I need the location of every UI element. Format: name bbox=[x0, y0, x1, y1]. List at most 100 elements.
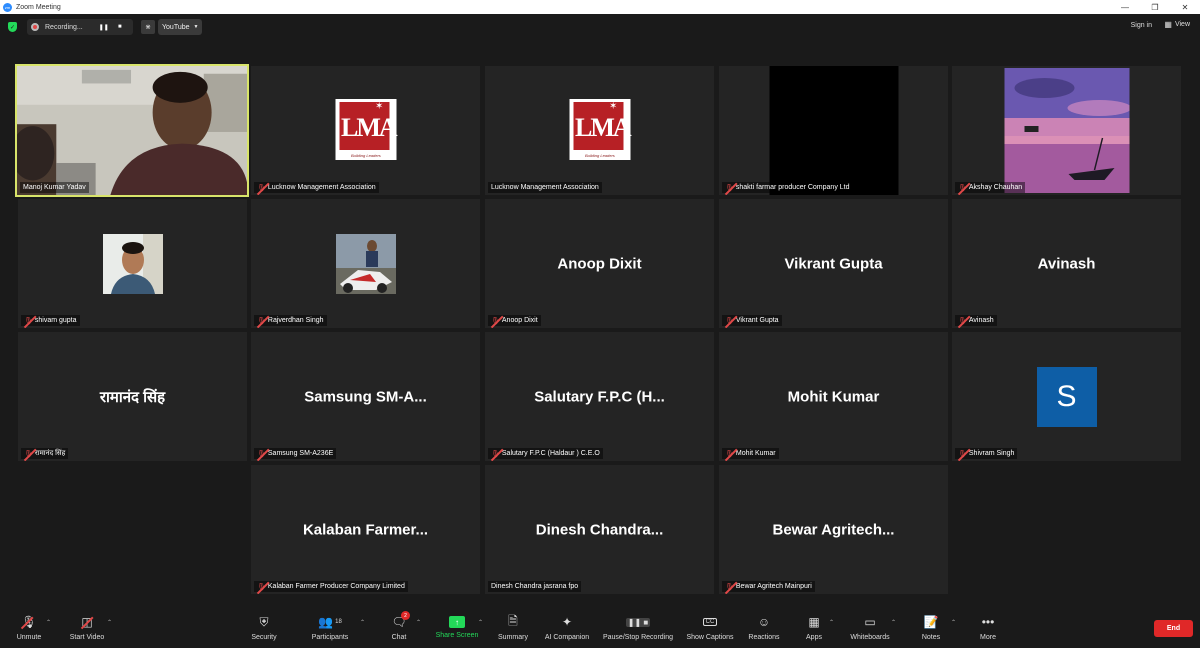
meeting-toolbar: 🎙 Unmute ⌃ ◫ Start Video ⌃ ⛨ Security 👥 1… bbox=[0, 600, 1200, 648]
participant-display-name: Anoop Dixit bbox=[557, 255, 642, 272]
unmute-label: Unmute bbox=[16, 634, 42, 641]
livestream-youtube-button[interactable]: YouTube ▼ bbox=[158, 19, 203, 35]
mic-muted-icon: 🎙 bbox=[257, 450, 266, 458]
participant-tile[interactable]: 🎙 shakti farmar producer Company Ltd bbox=[719, 66, 948, 195]
mic-muted-icon: 🎙 bbox=[257, 184, 266, 192]
share-screen-icon: ↑ bbox=[449, 616, 465, 628]
participants-button[interactable]: 👥 18 Participants bbox=[306, 614, 354, 641]
chat-button[interactable]: 🗨 2 Chat bbox=[385, 611, 413, 641]
whiteboards-label: Whiteboards bbox=[850, 634, 890, 641]
participants-count: 18 bbox=[335, 619, 342, 625]
video-options-chevron-icon[interactable]: ⌃ bbox=[107, 619, 112, 626]
apps-label: Apps bbox=[806, 634, 822, 641]
participant-name: Dinesh Chandra jasrana fpo bbox=[491, 583, 579, 590]
captions-icon: CC bbox=[684, 614, 736, 630]
close-button[interactable]: ✕ bbox=[1170, 0, 1200, 14]
live-stream-icon[interactable]: ⋇ bbox=[141, 20, 155, 34]
logo-tagline: Building Leaders bbox=[585, 153, 615, 158]
sign-in-link[interactable]: Sign in bbox=[1131, 22, 1152, 29]
shield-icon: ⛨ bbox=[259, 614, 269, 629]
start-video-button[interactable]: ◫ Start Video bbox=[62, 614, 112, 641]
participant-name-label: 🎙 Shivram Singh bbox=[955, 448, 1018, 459]
participant-tile[interactable]: Samsung SM-A... 🎙 Samsung SM-A236E bbox=[251, 332, 480, 461]
participant-display-name: Bewar Agritech... bbox=[772, 521, 895, 538]
mic-muted-icon: 🎙 bbox=[725, 317, 734, 325]
whiteboards-chevron-icon[interactable]: ⌃ bbox=[891, 619, 896, 626]
logo-text: LMA bbox=[575, 113, 632, 142]
recording-dot-icon bbox=[31, 23, 39, 31]
participant-tile[interactable]: Bewar Agritech... 🎙 Bewar Agritech Mainp… bbox=[719, 465, 948, 594]
participant-name-label: 🎙 Bewar Agritech Mainpuri bbox=[722, 581, 815, 592]
participant-name: Salutary F.P.C (Haldaur ) C.E.O bbox=[501, 450, 600, 457]
participant-tile[interactable]: Vikrant Gupta 🎙 Vikrant Gupta bbox=[719, 199, 948, 328]
whiteboards-button[interactable]: ▭ Whiteboards bbox=[846, 614, 894, 641]
show-captions-button[interactable]: CC Show Captions bbox=[684, 614, 736, 641]
apps-button[interactable]: ▦ Apps bbox=[802, 614, 826, 641]
participant-tile[interactable]: 🎙 shivam gupta bbox=[18, 199, 247, 328]
chat-chevron-icon[interactable]: ⌃ bbox=[416, 619, 421, 626]
participant-name: Manoj Kumar Yadav bbox=[23, 184, 86, 191]
participant-name: Bewar Agritech Mainpuri bbox=[735, 583, 812, 590]
window-controls: — ❐ ✕ bbox=[1110, 0, 1200, 14]
participant-video bbox=[769, 66, 898, 195]
participant-tile[interactable]: 🎙 Akshay Chauhan bbox=[952, 66, 1181, 195]
mic-muted-icon: 🎙 bbox=[24, 450, 33, 458]
participants-chevron-icon[interactable]: ⌃ bbox=[360, 619, 365, 626]
participant-name: Rajverdhan Singh bbox=[267, 317, 324, 324]
participant-display-name: Dinesh Chandra... bbox=[535, 521, 664, 538]
notes-button[interactable]: 📝 Notes bbox=[918, 614, 944, 641]
participant-name-label: 🎙 Vikrant Gupta bbox=[722, 315, 782, 326]
apps-chevron-icon[interactable]: ⌃ bbox=[829, 619, 834, 626]
security-button[interactable]: ⛨ Security bbox=[244, 614, 284, 642]
end-meeting-button[interactable]: End bbox=[1154, 620, 1193, 637]
pause-stop-recording-button[interactable]: ❚❚ ■ Pause/Stop Recording bbox=[600, 614, 676, 641]
participant-tile[interactable]: रामानंद सिंह 🎙 रामानंद सिंह bbox=[18, 332, 247, 461]
participant-tile[interactable]: Anoop Dixit 🎙 Anoop Dixit bbox=[485, 199, 714, 328]
whiteboard-icon: ▭ bbox=[864, 615, 876, 629]
recording-label: Recording... bbox=[45, 23, 83, 31]
notes-chevron-icon[interactable]: ⌃ bbox=[951, 619, 956, 626]
zoom-app-icon: zm bbox=[3, 2, 12, 12]
meeting-topbar: ✓ Recording... ❚❚ ■ ⋇ YouTube ▼ Sign in … bbox=[0, 14, 1200, 40]
participant-name-label: 🎙 Kalaban Farmer Producer Company Limite… bbox=[254, 581, 408, 592]
participant-tile[interactable]: 🎙 Rajverdhan Singh bbox=[251, 199, 480, 328]
participant-name: shivam gupta bbox=[34, 317, 77, 324]
participant-tile[interactable]: Kalaban Farmer... 🎙 Kalaban Farmer Produ… bbox=[251, 465, 480, 594]
unmute-button[interactable]: 🎙 Unmute bbox=[10, 614, 48, 641]
more-button[interactable]: ••• More bbox=[976, 614, 1000, 641]
audio-options-chevron-icon[interactable]: ⌃ bbox=[46, 619, 51, 626]
participant-tile[interactable]: S 🎙 Shivram Singh bbox=[952, 332, 1181, 461]
view-button[interactable]: ▦ View bbox=[1164, 20, 1190, 29]
ai-companion-button[interactable]: ✦ AI Companion bbox=[541, 614, 593, 641]
participant-tile[interactable]: Mohit Kumar 🎙 Mohit Kumar bbox=[719, 332, 948, 461]
participant-name-label: Lucknow Management Association bbox=[488, 182, 602, 193]
microphone-muted-icon: 🎙 bbox=[21, 615, 37, 629]
share-screen-button[interactable]: ↑ Share Screen bbox=[432, 614, 482, 639]
participant-name-label: 🎙 shakti farmar producer Company Ltd bbox=[722, 182, 853, 193]
participant-tile[interactable]: Manoj Kumar Yadav bbox=[15, 64, 249, 197]
maximize-button[interactable]: ❐ bbox=[1140, 0, 1170, 14]
notes-label: Notes bbox=[921, 634, 941, 641]
participant-display-name: Avinash bbox=[1037, 255, 1096, 272]
ai-companion-label: AI Companion bbox=[544, 634, 590, 641]
share-options-chevron-icon[interactable]: ⌃ bbox=[478, 619, 483, 626]
pause-recording-icon[interactable]: ❚❚ bbox=[97, 20, 111, 34]
participant-tile[interactable]: Dinesh Chandra... Dinesh Chandra jasrana… bbox=[485, 465, 714, 594]
summary-button[interactable]: 🗎 Summary bbox=[495, 614, 531, 642]
participant-tile[interactable]: LMA ✶ Building Leaders Lucknow Managemen… bbox=[485, 66, 714, 195]
mic-muted-icon: 🎙 bbox=[491, 317, 500, 325]
chevron-down-icon: ▼ bbox=[193, 24, 199, 30]
participant-tile[interactable]: Avinash 🎙 Avinash bbox=[952, 199, 1181, 328]
minimize-button[interactable]: — bbox=[1110, 0, 1140, 14]
participant-tile[interactable]: Salutary F.P.C (H... 🎙 Salutary F.P.C (H… bbox=[485, 332, 714, 461]
pause-stop-recording-label: Pause/Stop Recording bbox=[602, 634, 674, 641]
mic-muted-icon: 🎙 bbox=[725, 184, 734, 192]
stop-recording-icon[interactable]: ■ bbox=[113, 20, 127, 34]
participant-video bbox=[17, 66, 247, 195]
participant-tile[interactable]: LMA ✶ Building Leaders 🎙 Lucknow Managem… bbox=[251, 66, 480, 195]
participant-display-name: Salutary F.P.C (H... bbox=[534, 388, 665, 405]
participant-name-label: 🎙 Lucknow Management Association bbox=[254, 182, 379, 193]
reactions-button[interactable]: ☺ Reactions bbox=[746, 614, 782, 641]
encryption-shield-icon[interactable]: ✓ bbox=[8, 22, 17, 32]
mic-muted-icon: 🎙 bbox=[24, 317, 33, 325]
